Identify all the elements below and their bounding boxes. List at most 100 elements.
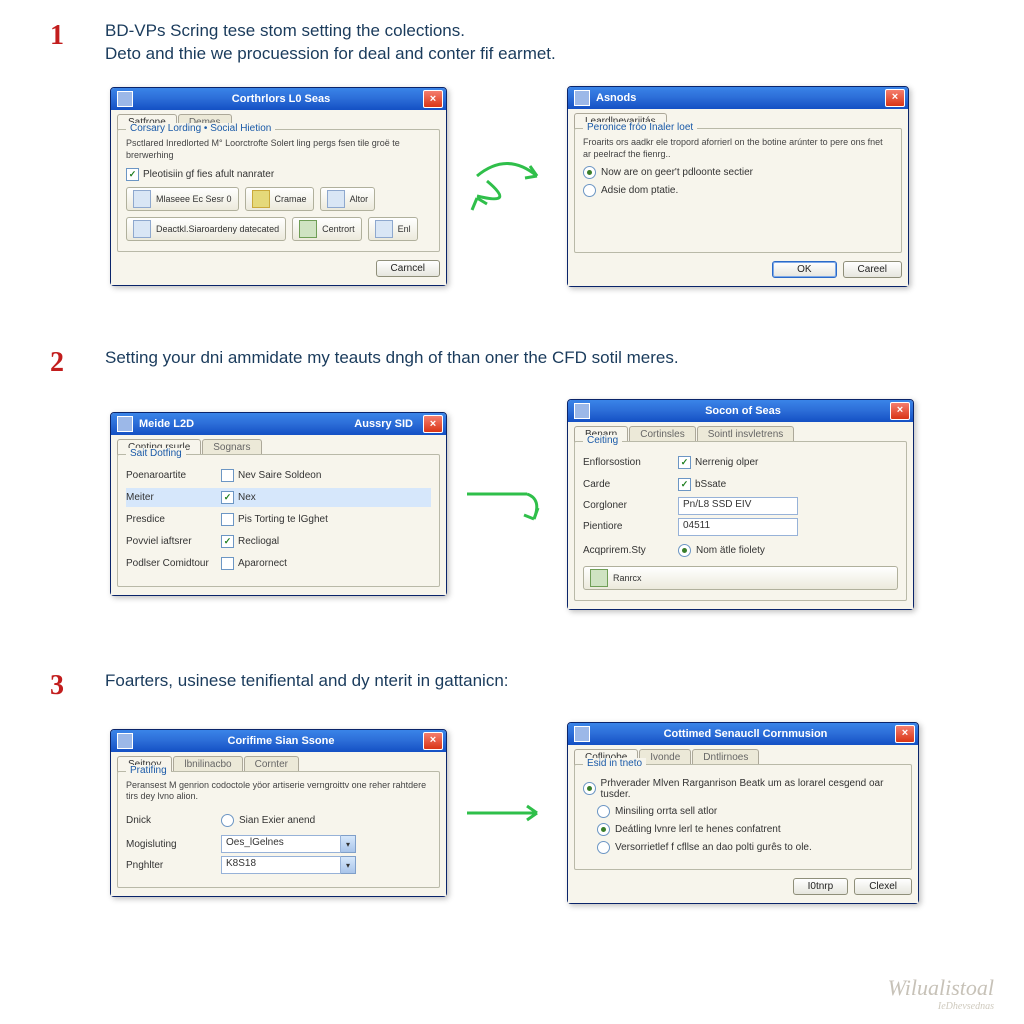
group-legend: Corsary Lording • Social Hietion <box>126 123 275 134</box>
dialog-settings-b: Socon of Seas × Benarn Cortinsles Sointl… <box>567 399 914 610</box>
titlebar[interactable]: Corthrlors L0 Seas × <box>111 88 446 110</box>
radio-option[interactable]: Prhverader Mlven Rarganrison Beatk um as… <box>583 778 903 800</box>
step-1: 1 BD-VPs Scring tese stom setting the co… <box>50 20 974 287</box>
form-row: MogislutingOes_lGelnes▾ <box>126 835 431 853</box>
window-icon <box>117 416 133 432</box>
radio-option[interactable]: Versorrietlef f cfllse an dao polti gurê… <box>597 841 903 854</box>
dialog-options-b: Asnods × Leardlnevariitás Peronice fróo … <box>567 86 909 287</box>
checkbox-option[interactable]: Recliogal <box>221 535 279 548</box>
action-button[interactable]: Mlaseee Ec Sesr 0 <box>126 187 239 211</box>
close-icon[interactable]: × <box>423 732 443 750</box>
group-legend: Peronice fróo Inaler loet <box>583 122 697 133</box>
group-description: Psctlared Inredlorted M° Loorctrofte Sol… <box>126 138 431 161</box>
group-description: Froarits ors aadkr ele tropord aforrierl… <box>583 137 893 160</box>
checkbox-option[interactable]: Nerrenig olper <box>678 456 758 469</box>
step-text: Foarters, usinese tenifiental and dy nte… <box>105 670 509 693</box>
titlebar[interactable]: Cottimed Senaucll Cornmusion × <box>568 723 918 745</box>
cancel-button[interactable]: Careel <box>843 261 902 278</box>
step-2: 2 Setting your dni ammidate my teauts dn… <box>50 347 974 610</box>
checkbox-option[interactable]: bSsate <box>678 478 726 491</box>
group-description: Peransest M genrion codoctole yöor artis… <box>126 780 431 803</box>
step-text: Setting your dni ammidate my teauts dngh… <box>105 347 679 370</box>
checkbox-icon <box>126 168 139 181</box>
watermark: Wilualistoal IeDhevsednas <box>888 975 994 1012</box>
action-button[interactable]: Altor <box>320 187 376 211</box>
text-input[interactable]: Pn/L8 SSD EIV <box>678 497 798 515</box>
tab[interactable]: Cornter <box>244 756 299 772</box>
cancel-button[interactable]: Clexel <box>854 878 912 895</box>
checkbox-option[interactable]: Aparornect <box>221 557 287 570</box>
arrow-icon <box>462 141 552 231</box>
action-button[interactable]: Enl <box>368 217 418 241</box>
action-button[interactable]: Deactkl.Siaroardeny datecated <box>126 217 286 241</box>
radio-option[interactable]: Now are on geer't pdloonte sectier <box>583 166 893 179</box>
arrow-icon <box>462 469 552 539</box>
dropdown[interactable]: K8S18▾ <box>221 856 356 874</box>
checkbox-option[interactable]: Pis Torting te lGghet <box>221 513 328 526</box>
form-row: PnghlterK8S18▾ <box>126 856 431 874</box>
checkbox-option[interactable]: Pleotisiin gf fies afult nanrater <box>126 168 431 181</box>
checkbox-option[interactable]: Nev Saire Soldeon <box>221 469 321 482</box>
apply-button[interactable]: Ranrcx <box>583 566 898 590</box>
titlebar[interactable]: Socon of Seas × <box>568 400 913 422</box>
step-3: 3 Foarters, usinese tenifiental and dy n… <box>50 670 974 904</box>
chevron-down-icon: ▾ <box>341 856 356 874</box>
titlebar[interactable]: Corifime Sian Ssone × <box>111 730 446 752</box>
chevron-down-icon: ▾ <box>341 835 356 853</box>
action-button[interactable]: Centrort <box>292 217 362 241</box>
form-row: PresdicePis Torting te lGghet <box>126 510 431 529</box>
checkbox-option[interactable]: Nex <box>221 491 256 504</box>
tab[interactable]: Sognars <box>202 439 261 455</box>
form-row: Podlser ComidtourAparornect <box>126 554 431 573</box>
form-row: CardebSsate <box>583 475 898 494</box>
step-text: BD-VPs Scring tese stom setting the cole… <box>105 20 556 66</box>
close-icon[interactable]: × <box>890 402 910 420</box>
form-row: PoenaroartiteNev Saire Soldeon <box>126 466 431 485</box>
cancel-button[interactable]: Carncel <box>376 260 440 277</box>
group-legend: Sait Dotfing <box>126 448 186 459</box>
ok-button[interactable]: OK <box>772 261 836 278</box>
radio-option[interactable]: Sian Exier anend <box>221 814 315 827</box>
window-icon <box>574 403 590 419</box>
form-row: CorglonerPn/L8 SSD EIV <box>583 497 898 515</box>
radio-option[interactable]: Nom ätle fiolety <box>678 544 765 557</box>
tab[interactable]: lbnilinacbo <box>173 756 242 772</box>
window-icon <box>117 733 133 749</box>
dialog-settings-a: Meide L2DAussry SID × Conting rsurle Sog… <box>110 412 447 596</box>
close-icon[interactable]: × <box>895 725 915 743</box>
tab[interactable]: Ivonde <box>639 749 691 765</box>
radio-option[interactable]: Deátling lvnre lerl te henes confatrent <box>597 823 903 836</box>
tab[interactable]: Dntlirnoes <box>692 749 759 765</box>
dialog-confirm-b: Cottimed Senaucll Cornmusion × Coflinobe… <box>567 722 919 904</box>
step-number: 2 <box>50 347 75 379</box>
radio-option[interactable]: Adsie dom ptatie. <box>583 184 893 197</box>
titlebar[interactable]: Meide L2DAussry SID × <box>111 413 446 435</box>
radio-icon <box>583 166 596 179</box>
dropdown[interactable]: Oes_lGelnes▾ <box>221 835 356 853</box>
form-row: MeiterNex <box>126 488 431 507</box>
ok-button[interactable]: I0tnrp <box>793 878 849 895</box>
tab[interactable]: Sointl insvletrens <box>697 426 795 442</box>
dialog-settings-a: Corthrlors L0 Seas × Satfrone Demes Cors… <box>110 87 447 285</box>
step-number: 3 <box>50 670 75 702</box>
form-row: DnickSian Exier anend <box>126 809 431 832</box>
form-row: Povviel iaftsrerRecliogal <box>126 532 431 551</box>
form-row: Acqprirem.StyNom ätle fiolety <box>583 539 898 562</box>
close-icon[interactable]: × <box>423 90 443 108</box>
step-number: 1 <box>50 20 75 52</box>
window-icon <box>574 726 590 742</box>
action-button[interactable]: Cramae <box>245 187 314 211</box>
window-icon <box>117 91 133 107</box>
close-icon[interactable]: × <box>423 415 443 433</box>
radio-icon <box>583 184 596 197</box>
arrow-icon <box>462 793 552 833</box>
form-row: EnflorsostionNerrenig olper <box>583 453 898 472</box>
group-legend: Pratifing <box>126 765 171 776</box>
group-legend: Esid in tneto <box>583 758 646 769</box>
text-input[interactable]: 04511 <box>678 518 798 536</box>
group-legend: Ceiting <box>583 435 622 446</box>
close-icon[interactable]: × <box>885 89 905 107</box>
radio-option[interactable]: Minsiling orrta sell atlor <box>597 805 903 818</box>
titlebar[interactable]: Asnods × <box>568 87 908 109</box>
tab[interactable]: Cortinsles <box>629 426 695 442</box>
